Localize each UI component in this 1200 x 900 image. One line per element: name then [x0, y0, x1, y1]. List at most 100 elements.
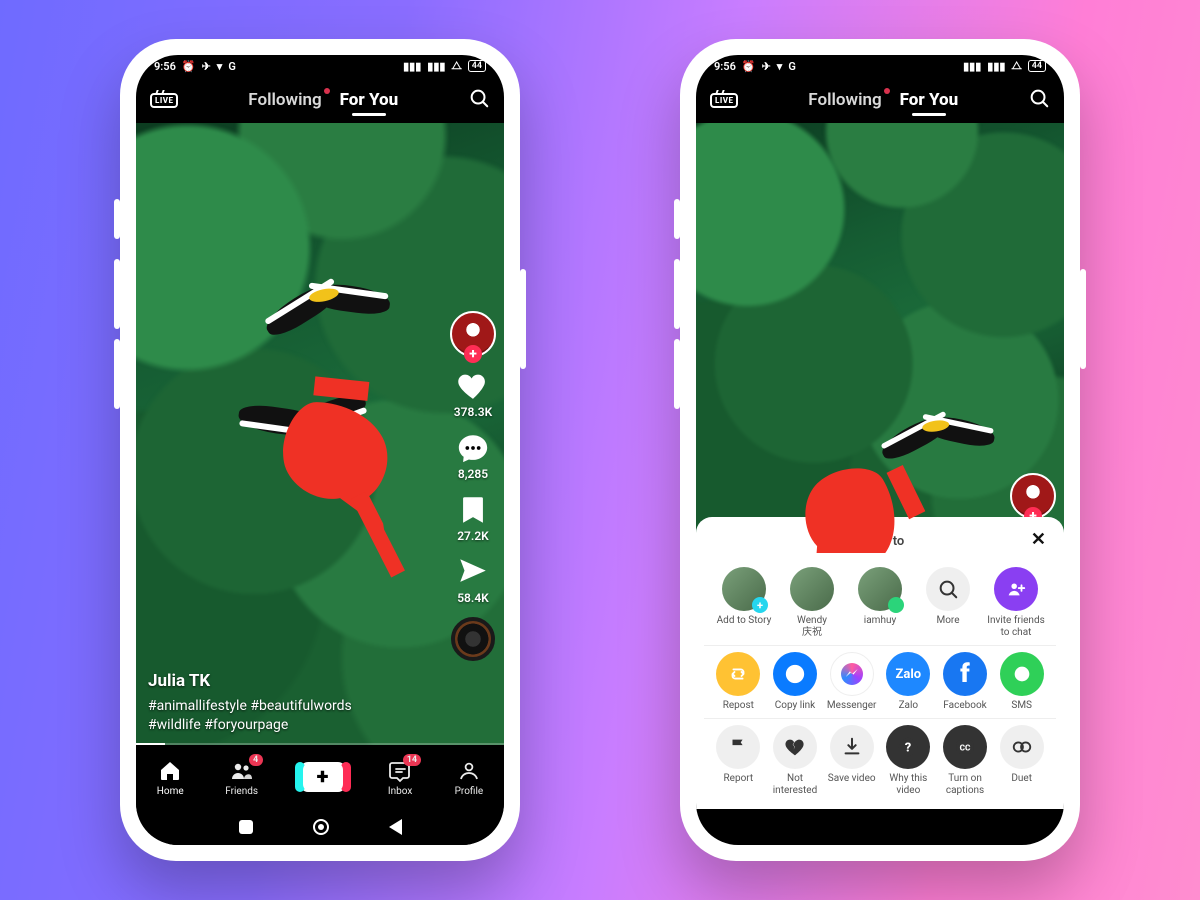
- signal-icon: ▮▮▮: [963, 60, 981, 73]
- share-button[interactable]: 58.4K: [456, 555, 490, 605]
- like-button[interactable]: 378.3K: [454, 369, 492, 419]
- friends-icon: 4: [229, 758, 255, 784]
- share-facebook[interactable]: fFacebook: [937, 652, 994, 712]
- phone-left: 9:56 ⏰ ✈ ▾ G ▮▮▮ ▮▮▮ ⧍ 44 LIVE Following…: [120, 39, 520, 861]
- share-zalo[interactable]: ZaloZalo: [880, 652, 937, 712]
- wifi-icon: ▾: [217, 60, 223, 73]
- sound-disc[interactable]: [451, 617, 495, 661]
- search-icon: [926, 567, 970, 611]
- share-copy-link[interactable]: Copy link: [767, 652, 824, 712]
- captions-icon: [943, 725, 987, 769]
- home-icon: [157, 758, 183, 784]
- live-button[interactable]: LIVE: [710, 93, 738, 108]
- search-icon[interactable]: [468, 87, 490, 113]
- notification-dot: [324, 88, 330, 94]
- status-bar: 9:56 ⏰ ✈ ▾ G ▮▮▮ ▮▮▮ ⧍ 44: [136, 55, 504, 77]
- interaction-rail: + 378.3K 8,285 27.2K 58.4K: [450, 311, 496, 661]
- follow-plus-icon[interactable]: +: [464, 345, 482, 363]
- plus-icon: +: [303, 762, 343, 792]
- status-time: 9:56: [714, 60, 736, 73]
- repost-icon: [716, 652, 760, 696]
- close-icon[interactable]: ✕: [1031, 529, 1046, 550]
- messenger-icon: [830, 652, 874, 696]
- tab-for-you[interactable]: For You: [900, 90, 959, 110]
- contact-avatar-icon: [790, 567, 834, 611]
- share-add-to-story[interactable]: +Add to Story: [710, 567, 778, 639]
- progress-bar[interactable]: [136, 743, 504, 745]
- signal-icon-2: ▮▮▮: [987, 60, 1005, 73]
- share-contact-iamhuy[interactable]: iamhuy: [846, 567, 914, 639]
- tab-following[interactable]: Following: [248, 90, 321, 110]
- share-contact-wendy[interactable]: Wendy庆祝: [778, 567, 846, 639]
- nav-friends[interactable]: 4Friends: [225, 758, 258, 797]
- telegram-icon: ✈: [762, 60, 771, 73]
- video-feed[interactable]: + 378.3K 8,285 27.2K 58.4K Julia TK #ani…: [136, 123, 504, 745]
- share-title: Share to: [856, 534, 905, 549]
- zalo-icon: Zalo: [886, 652, 930, 696]
- share-invite-friends[interactable]: Invite friendsto chat: [982, 567, 1050, 639]
- share-sms[interactable]: SMS: [993, 652, 1050, 712]
- save-button[interactable]: 27.2K: [456, 493, 490, 543]
- caption-area[interactable]: Julia TK #animallifestyle #beautifulword…: [148, 671, 424, 735]
- phone-right: 9:56 ⏰ ✈ ▾ G ▮▮▮ ▮▮▮ ⧍ 44 LIVE Following…: [680, 39, 1080, 861]
- android-nav: [136, 809, 504, 845]
- add-user-icon: [994, 567, 1038, 611]
- screen-right: 9:56 ⏰ ✈ ▾ G ▮▮▮ ▮▮▮ ⧍ 44 LIVE Following…: [696, 55, 1064, 845]
- online-dot-icon: [888, 597, 904, 613]
- heartbreak-icon: [773, 725, 817, 769]
- author-name[interactable]: Julia TK: [148, 671, 424, 691]
- top-nav: LIVE Following For You: [696, 77, 1064, 123]
- top-nav: LIVE Following For You: [136, 77, 504, 123]
- create-button[interactable]: +: [300, 762, 346, 792]
- contact-avatar-icon: [858, 567, 902, 611]
- share-messenger[interactable]: Messenger: [823, 652, 880, 712]
- share-more[interactable]: More: [914, 567, 982, 639]
- caption-text[interactable]: #animallifestyle #beautifulwords#wildlif…: [148, 697, 424, 735]
- status-time: 9:56: [154, 60, 176, 73]
- tab-for-you[interactable]: For You: [340, 90, 399, 110]
- bottom-nav: Home 4Friends + 14Inbox Profile: [136, 745, 504, 809]
- inbox-icon: 14: [387, 758, 413, 784]
- facebook-icon: f: [943, 652, 987, 696]
- back-button[interactable]: [389, 819, 402, 835]
- flag-icon: [716, 725, 760, 769]
- friends-badge: 4: [249, 754, 263, 766]
- author-avatar[interactable]: +: [1010, 473, 1056, 519]
- search-icon[interactable]: [1028, 87, 1050, 113]
- alarm-icon: ⏰: [742, 60, 756, 73]
- tab-following[interactable]: Following: [808, 90, 881, 110]
- inbox-badge: 14: [403, 754, 421, 766]
- wifi-icon-2: ⧍: [1011, 59, 1021, 73]
- action-report[interactable]: Report: [710, 725, 767, 797]
- signal-icon-2: ▮▮▮: [427, 60, 445, 73]
- nav-home[interactable]: Home: [157, 758, 184, 797]
- telegram-icon: ✈: [202, 60, 211, 73]
- notification-dot: [884, 88, 890, 94]
- share-repost[interactable]: Repost: [710, 652, 767, 712]
- nav-profile[interactable]: Profile: [455, 758, 484, 797]
- video-feed[interactable]: +: [696, 123, 1064, 553]
- action-captions[interactable]: Turn oncaptions: [937, 725, 994, 797]
- wifi-icon-2: ⧍: [451, 59, 461, 73]
- nav-inbox[interactable]: 14Inbox: [387, 758, 413, 797]
- author-avatar[interactable]: +: [450, 311, 496, 357]
- action-save-video[interactable]: Save video: [823, 725, 880, 797]
- status-bar: 9:56 ⏰ ✈ ▾ G ▮▮▮ ▮▮▮ ⧍ 44: [696, 55, 1064, 77]
- wifi-icon: ▾: [777, 60, 783, 73]
- action-duet[interactable]: Duet: [993, 725, 1050, 797]
- action-not-interested[interactable]: Notinterested: [767, 725, 824, 797]
- profile-icon: [456, 758, 482, 784]
- action-why-video[interactable]: Why thisvideo: [880, 725, 937, 797]
- battery-icon: 44: [468, 60, 486, 72]
- share-sheet: Share to ✕ +Add to Story Wendy庆祝 iamhuy …: [696, 517, 1064, 809]
- download-icon: [830, 725, 874, 769]
- comment-button[interactable]: 8,285: [456, 431, 490, 481]
- home-button[interactable]: [313, 819, 329, 835]
- story-avatar-icon: +: [722, 567, 766, 611]
- live-button[interactable]: LIVE: [150, 93, 178, 108]
- google-icon: G: [788, 60, 796, 73]
- battery-icon: 44: [1028, 60, 1046, 72]
- recents-button[interactable]: [239, 820, 253, 834]
- google-icon: G: [228, 60, 236, 73]
- signal-icon: ▮▮▮: [403, 60, 421, 73]
